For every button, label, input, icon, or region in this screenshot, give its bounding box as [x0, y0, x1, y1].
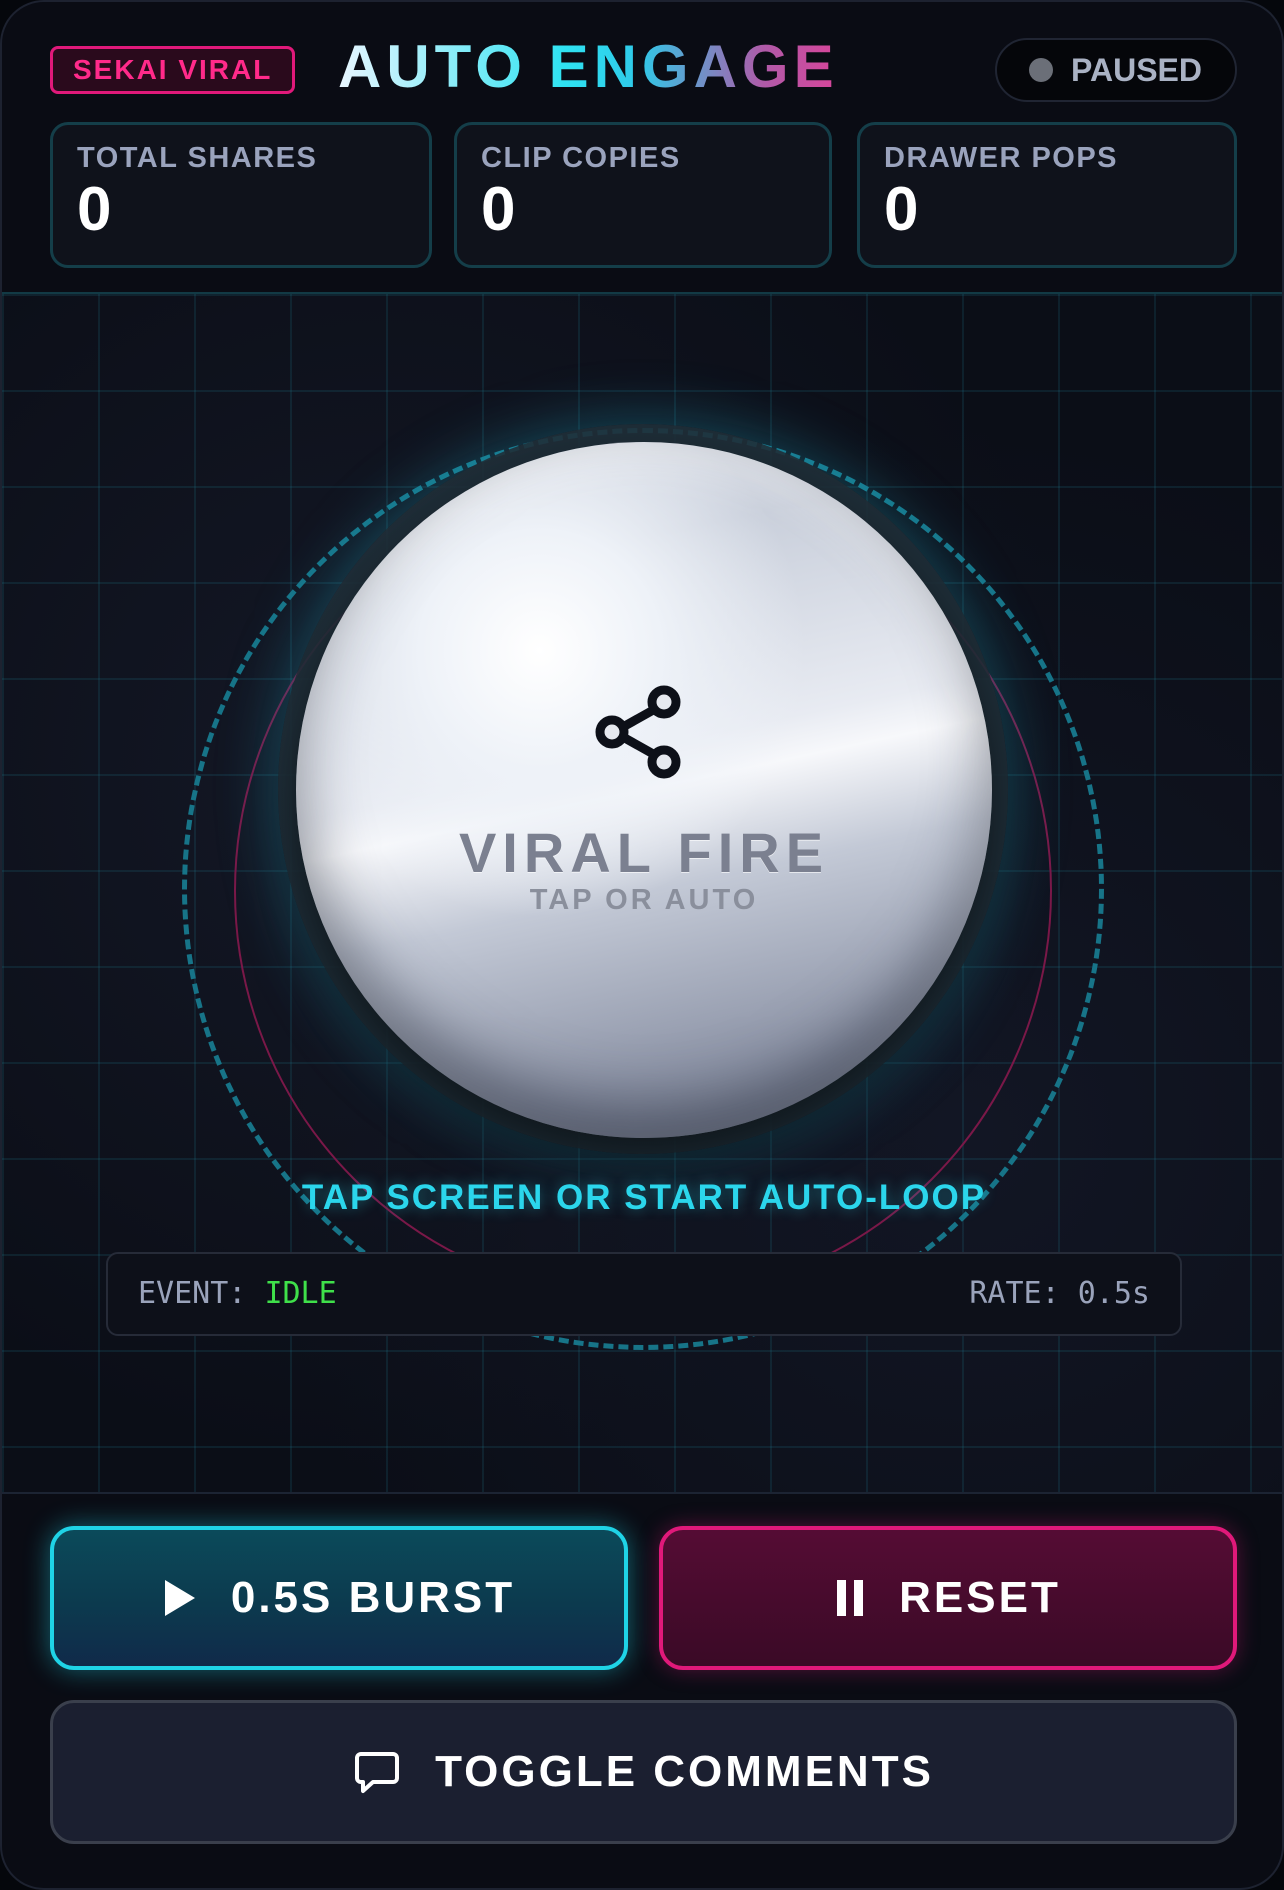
status-pill: PAUSED [995, 38, 1237, 102]
burst-button[interactable]: 0.5S BURST [50, 1526, 628, 1670]
event-bar: EVENT: IDLE RATE: 0.5s [106, 1252, 1182, 1336]
orb-title: VIRAL FIRE [458, 821, 830, 884]
event-label: EVENT: [138, 1276, 265, 1311]
stat-total-shares: TOTAL SHARES 0 [50, 122, 432, 268]
status-text: PAUSED [1071, 51, 1202, 88]
comment-icon [355, 1752, 400, 1793]
tap-hint: TAP SCREEN OR START AUTO-LOOP [301, 1178, 987, 1217]
stat-label: TOTAL SHARES [77, 142, 318, 174]
app-frame: SEKAI VIRAL AUTO ENGAGE PAUSED TOTAL SHA… [0, 0, 1284, 1890]
stat-drawer-pops: DRAWER POPS 0 [857, 122, 1237, 268]
app-title: AUTO ENGAGE [338, 33, 839, 100]
toggle-comments-button[interactable]: TOGGLE COMMENTS [50, 1700, 1237, 1844]
orb-subtitle: TAP OR AUTO [529, 884, 759, 916]
burst-button-label: 0.5S BURST [230, 1573, 516, 1622]
status-dot-icon [1029, 58, 1053, 82]
play-icon [164, 1580, 195, 1616]
event-status: EVENT: IDLE [138, 1254, 337, 1334]
stat-value: 0 [884, 175, 919, 244]
stat-label: CLIP COPIES [481, 142, 681, 174]
stat-clip-copies: CLIP COPIES 0 [454, 122, 832, 268]
stat-label: DRAWER POPS [884, 142, 1119, 174]
reset-button[interactable]: RESET [659, 1526, 1237, 1670]
rate-readout: RATE: 0.5s [969, 1276, 1150, 1311]
viral-fire-button[interactable]: VIRAL FIRE TAP OR AUTO [296, 442, 992, 1138]
toggle-comments-label: TOGGLE COMMENTS [435, 1747, 934, 1796]
pause-icon [837, 1580, 864, 1616]
event-value: IDLE [264, 1276, 337, 1311]
share-icon [595, 685, 681, 779]
stat-value: 0 [77, 175, 112, 244]
stat-value: 0 [481, 175, 516, 244]
brand-badge: SEKAI VIRAL [50, 46, 296, 94]
reset-button-label: RESET [899, 1573, 1061, 1622]
